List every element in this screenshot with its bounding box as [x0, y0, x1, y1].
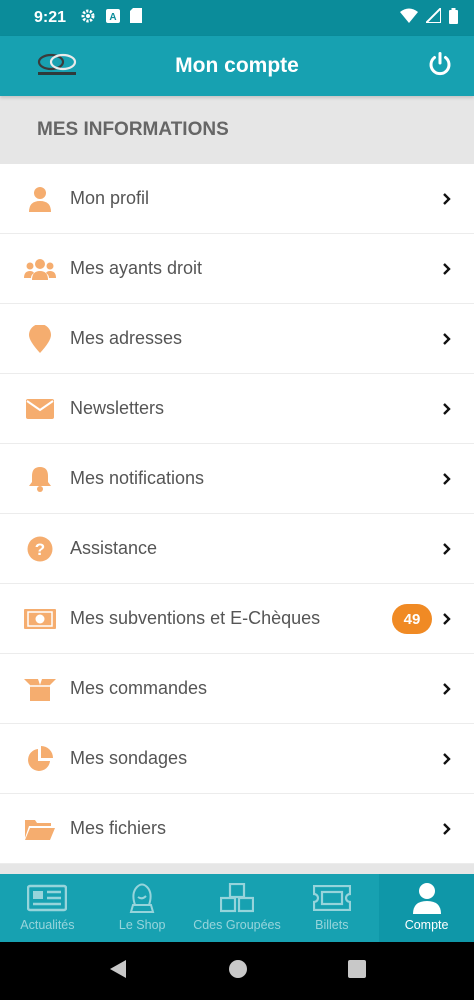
money-bill-icon: [24, 603, 56, 635]
chevron-right-icon: [442, 262, 452, 276]
tab-compte[interactable]: Compte: [379, 874, 474, 942]
user-icon: [24, 183, 56, 215]
menu-item-mes-adresses[interactable]: Mes adresses: [0, 304, 474, 374]
chevron-right-icon: [442, 332, 452, 346]
shop-icon: [122, 882, 162, 914]
gear-icon: [80, 8, 96, 29]
tab-cdes-groupees[interactable]: Cdes Groupées: [190, 874, 285, 942]
status-time: 9:21: [34, 9, 67, 26]
app-header: Mon compte: [0, 36, 474, 96]
chevron-right-icon: [442, 752, 452, 766]
menu-item-label: Mes adresses: [70, 328, 183, 348]
tab-label: Compte: [404, 918, 449, 932]
bottom-nav: Actualités Le Shop Cdes Groupées Billets…: [0, 874, 474, 942]
newspaper-icon: [27, 882, 68, 914]
map-pin-icon: [24, 323, 56, 355]
menu-item-label: Mes ayants droit: [70, 258, 203, 278]
sd-card-icon: [130, 8, 143, 28]
chevron-right-icon: [442, 612, 452, 626]
question-circle-icon: ?: [24, 533, 56, 565]
a-icon: A: [106, 8, 121, 28]
chevron-right-icon: [442, 472, 452, 486]
chevron-right-icon: [442, 682, 452, 696]
chevron-right-icon: [442, 192, 452, 206]
list-divider: [0, 864, 474, 874]
tab-label: Actualités: [20, 918, 75, 932]
menu-item-mes-fichiers[interactable]: Mes fichiers: [0, 794, 474, 864]
system-nav-bar: [0, 942, 474, 1000]
menu-item-newsletters[interactable]: Newsletters: [0, 374, 474, 444]
tab-actualites[interactable]: Actualités: [0, 874, 95, 942]
bell-icon: [24, 463, 56, 495]
status-bar: 9:21 A: [0, 0, 474, 36]
count-badge: 49: [392, 604, 432, 634]
user-icon: [407, 882, 447, 914]
power-button[interactable]: [424, 50, 456, 82]
pie-chart-icon: [24, 743, 56, 775]
menu-item-label: Mes sondages: [70, 748, 188, 768]
tab-label: Cdes Groupées: [193, 918, 281, 932]
menu-item-mes-commandes[interactable]: Mes commandes: [0, 654, 474, 724]
chevron-right-icon: [442, 542, 452, 556]
menu-item-mes-ayants-droit[interactable]: Mes ayants droit: [0, 234, 474, 304]
menu-item-label: Mon profil: [70, 188, 150, 208]
menu-item-label: Mes subventions et E-Chèques: [70, 608, 321, 628]
menu-item-assistance[interactable]: ? Assistance: [0, 514, 474, 584]
page-title: Mon compte: [175, 54, 299, 77]
tab-billets[interactable]: Billets: [284, 874, 379, 942]
menu-item-mes-sondages[interactable]: Mes sondages: [0, 724, 474, 794]
menu-item-label: Newsletters: [70, 398, 165, 418]
signal-icon: [423, 5, 442, 28]
tab-label: Le Shop: [118, 918, 166, 932]
svg-text:A: A: [109, 12, 116, 23]
wifi-icon: [400, 8, 418, 28]
chevron-right-icon: [442, 822, 452, 836]
svg-text:?: ?: [35, 540, 45, 559]
ticket-icon: [312, 882, 352, 914]
menu-item-mon-profil[interactable]: Mon profil: [0, 164, 474, 234]
menu-item-label: Mes notifications: [70, 468, 205, 488]
menu-item-label: Assistance: [70, 538, 158, 558]
folder-open-icon: [24, 813, 56, 845]
back-icon[interactable]: [108, 959, 128, 984]
section-title: MES INFORMATIONS: [37, 119, 229, 140]
open-box-icon: [24, 673, 56, 705]
battery-icon: [449, 7, 458, 29]
envelope-icon: [24, 393, 56, 425]
menu-item-label: Mes commandes: [70, 678, 208, 698]
logo-icon: [32, 50, 82, 80]
tab-le-shop[interactable]: Le Shop: [95, 874, 190, 942]
menu-item-label: Mes fichiers: [70, 818, 167, 838]
menu-list: Mon profil Mes ayants droit Mes adresses…: [0, 164, 474, 864]
power-icon: [427, 51, 453, 82]
home-icon[interactable]: [228, 959, 248, 984]
cubes-icon: [217, 882, 257, 914]
recents-icon[interactable]: [348, 959, 366, 983]
menu-item-mes-subventions[interactable]: Mes subventions et E-Chèques 49: [0, 584, 474, 654]
chevron-right-icon: [442, 402, 452, 416]
menu-item-mes-notifications[interactable]: Mes notifications: [0, 444, 474, 514]
users-icon: [24, 253, 56, 285]
tab-label: Billets: [315, 918, 349, 932]
section-header: MES INFORMATIONS: [0, 96, 474, 164]
